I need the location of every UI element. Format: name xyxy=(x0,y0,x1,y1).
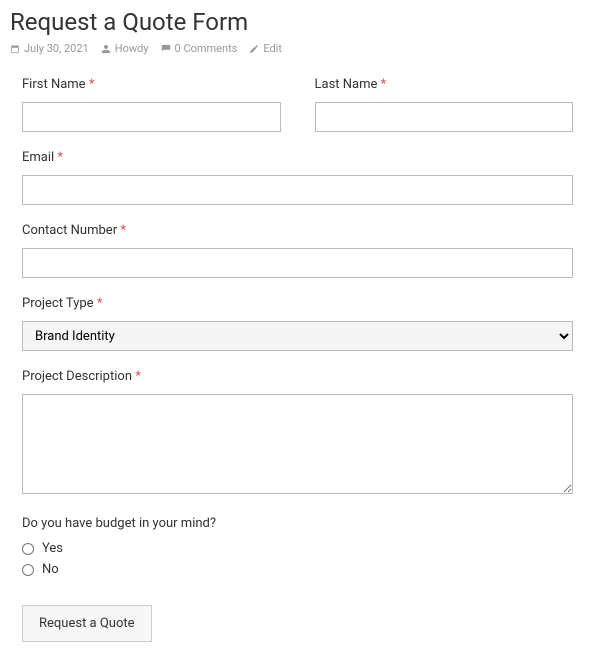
required-mark: * xyxy=(135,369,141,384)
budget-label: Do you have budget in your mind? xyxy=(22,516,573,531)
contact-number-input[interactable] xyxy=(22,248,573,278)
first-name-label-text: First Name xyxy=(22,77,86,92)
user-icon xyxy=(101,44,111,54)
email-label: Email * xyxy=(22,150,573,165)
required-mark: * xyxy=(57,150,63,165)
contact-number-label: Contact Number * xyxy=(22,223,573,238)
budget-option-yes[interactable]: Yes xyxy=(22,541,573,556)
budget-no-text: No xyxy=(42,562,59,577)
email-input[interactable] xyxy=(22,175,573,205)
edit-icon xyxy=(249,44,259,54)
required-mark: * xyxy=(97,296,103,311)
budget-option-no[interactable]: No xyxy=(22,562,573,577)
first-name-label: First Name * xyxy=(22,77,281,92)
contact-number-label-text: Contact Number xyxy=(22,223,117,238)
project-type-label-text: Project Type xyxy=(22,296,94,311)
last-name-label-text: Last Name xyxy=(315,77,378,92)
first-name-input[interactable] xyxy=(22,102,281,132)
meta-comments[interactable]: 0 Comments xyxy=(161,42,238,55)
quote-form: First Name * Last Name * Email * Contact… xyxy=(10,77,585,642)
calendar-icon xyxy=(10,44,20,54)
submit-button[interactable]: Request a Quote xyxy=(22,605,152,642)
comment-icon xyxy=(161,44,171,54)
post-meta: July 30, 2021 Howdy 0 Comments Edit xyxy=(10,42,585,55)
last-name-input[interactable] xyxy=(315,102,574,132)
meta-edit-text: Edit xyxy=(263,42,282,55)
project-type-select[interactable]: Brand Identity xyxy=(22,321,573,351)
project-description-label-text: Project Description xyxy=(22,369,132,384)
meta-date: July 30, 2021 xyxy=(10,42,89,55)
required-mark: * xyxy=(120,223,126,238)
meta-date-text: July 30, 2021 xyxy=(24,42,89,55)
meta-author-text: Howdy xyxy=(115,42,149,55)
project-description-textarea[interactable] xyxy=(22,394,573,494)
required-mark: * xyxy=(381,77,387,92)
project-description-label: Project Description * xyxy=(22,369,573,384)
page-title: Request a Quote Form xyxy=(10,8,585,36)
meta-edit[interactable]: Edit xyxy=(249,42,282,55)
budget-yes-text: Yes xyxy=(42,541,63,556)
budget-radio-no[interactable] xyxy=(22,564,34,576)
email-label-text: Email xyxy=(22,150,54,165)
required-mark: * xyxy=(89,77,95,92)
budget-radio-group: Yes No xyxy=(22,541,573,577)
budget-radio-yes[interactable] xyxy=(22,543,34,555)
meta-comments-text: 0 Comments xyxy=(175,42,238,55)
last-name-label: Last Name * xyxy=(315,77,574,92)
meta-author[interactable]: Howdy xyxy=(101,42,149,55)
project-type-label: Project Type * xyxy=(22,296,573,311)
